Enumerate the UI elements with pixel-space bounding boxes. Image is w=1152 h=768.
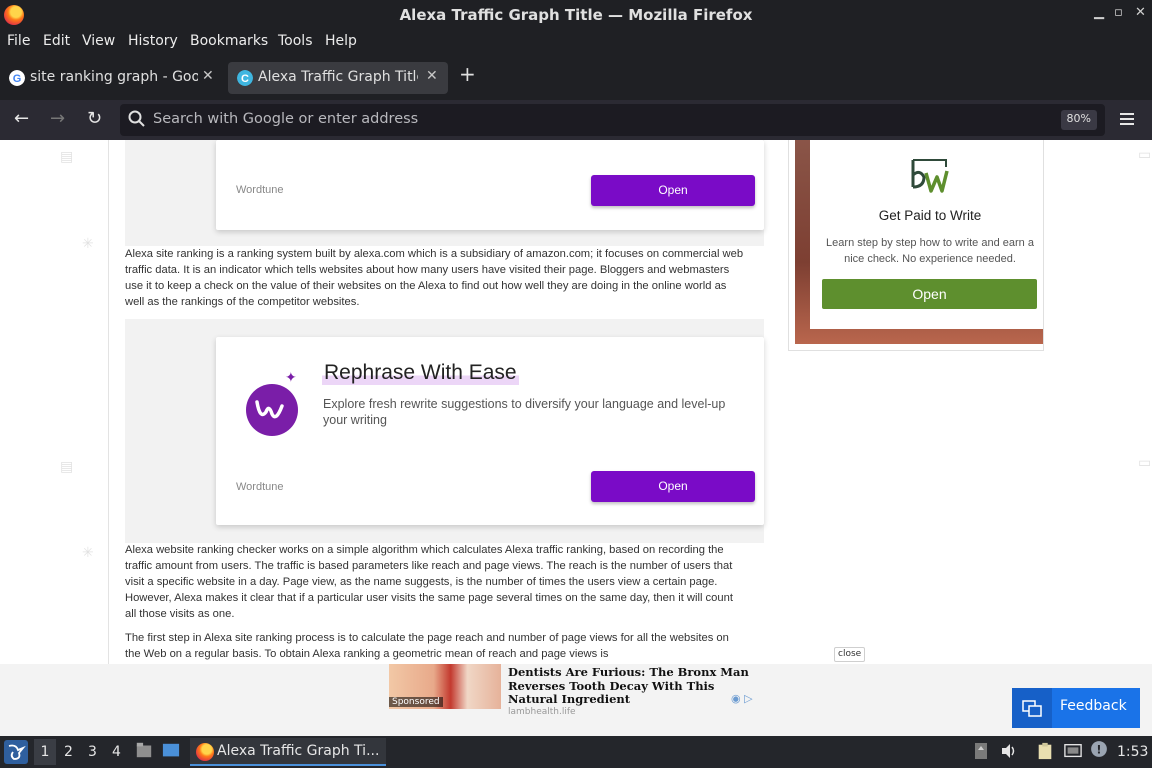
wordtune-logo-icon (246, 384, 298, 436)
side-ad-open-button[interactable]: Open (822, 279, 1037, 309)
workspace-3[interactable]: 3 (88, 744, 97, 760)
bottom-sticky-ad[interactable]: Sponsored Dentists Are Furious: The Bron… (0, 664, 1152, 736)
minimize-icon[interactable]: ▁ (1094, 5, 1104, 20)
ad-description: Explore fresh rewrite suggestions to div… (323, 397, 726, 427)
new-tab-plus-icon[interactable]: + (459, 62, 476, 86)
network-icon[interactable] (1064, 742, 1082, 760)
reload-icon[interactable]: ↻ (87, 108, 102, 129)
taskbar: 1 2 3 4 Alexa Traffic Graph Ti... ! 1:53 (0, 736, 1152, 768)
content-divider (108, 140, 109, 664)
back-arrow-icon[interactable]: ← (14, 108, 29, 129)
workspace-1[interactable]: 1 (34, 739, 56, 765)
tab-label: Alexa Traffic Graph Title (258, 69, 418, 85)
article-paragraph: The first step in Alexa site ranking pro… (125, 632, 729, 660)
sponsored-label: Sponsored (389, 697, 443, 707)
tray-storage-icon[interactable] (972, 742, 990, 760)
menu-edit[interactable]: Edit (43, 33, 70, 49)
page-content: ▤ ✳ ▤ ✳ Wordtune Open Alexa site ranking… (0, 140, 1152, 664)
article-paragraph: Alexa site ranking is a ranking system b… (125, 248, 744, 308)
svg-text:C: C (241, 73, 249, 85)
volume-icon[interactable] (1000, 742, 1018, 760)
ad-brand: Wordtune (236, 481, 284, 493)
document-icon: ▤ (60, 148, 74, 164)
hamburger-menu-icon[interactable] (1120, 112, 1134, 126)
url-input[interactable]: Search with Google or enter address (153, 111, 418, 127)
menu-view[interactable]: View (82, 33, 115, 49)
firefox-icon (196, 743, 214, 761)
start-menu-icon[interactable] (4, 740, 28, 764)
menu-bookmarks[interactable]: Bookmarks (190, 33, 268, 49)
ad-open-button[interactable]: Open (591, 471, 755, 502)
clock[interactable]: 1:53 (1117, 744, 1148, 760)
window-title: Alexa Traffic Graph Title — Mozilla Fire… (399, 6, 753, 24)
document-icon: ▤ (60, 458, 74, 474)
adchoices-icon[interactable]: ◉ ▷ (731, 692, 753, 705)
tab-alexa-traffic[interactable]: C Alexa Traffic Graph Title ✕ (228, 62, 448, 94)
clipboard-icon[interactable] (1036, 742, 1054, 760)
bw-logo-icon (911, 159, 949, 193)
tab-label: site ranking graph - Goog (30, 69, 198, 85)
side-toggle-icon[interactable]: ▭ (1138, 146, 1151, 163)
file-manager-icon[interactable] (135, 741, 153, 759)
forward-arrow-icon[interactable]: → (50, 108, 65, 129)
menu-bar: File Edit View History Bookmarks Tools H… (0, 30, 1152, 54)
notification-icon[interactable]: ! (1090, 740, 1108, 758)
taskbar-window-label: Alexa Traffic Graph Ti... (217, 743, 380, 759)
menu-file[interactable]: File (7, 33, 30, 49)
menu-help[interactable]: Help (325, 33, 357, 49)
ad-brand: Wordtune (236, 184, 284, 196)
feedback-button[interactable]: Feedback (1012, 688, 1140, 728)
side-ad-title: Get Paid to Write (878, 208, 982, 223)
article-paragraph: Alexa website ranking checker works on a… (125, 544, 733, 620)
site-favicon-icon: C (237, 70, 253, 86)
restore-icon[interactable]: ▫ (1114, 5, 1123, 20)
window-titlebar: Alexa Traffic Graph Title — Mozilla Fire… (0, 0, 1152, 30)
sparkle-icon: ✳ (82, 544, 94, 560)
google-icon: G (9, 70, 25, 86)
navigation-bar: ← → ↻ Search with Google or enter addres… (0, 100, 1152, 140)
svg-text:G: G (13, 73, 22, 85)
tab-site-ranking[interactable]: G site ranking graph - Goog ✕ (0, 62, 222, 94)
ad-card-top: Wordtune Open (216, 140, 764, 230)
svg-text:!: ! (1096, 744, 1101, 757)
sparkle-icon: ✳ (82, 235, 94, 251)
close-ad-button[interactable]: close (834, 647, 866, 662)
workspace-2[interactable]: 2 (64, 744, 73, 760)
tab-bar: G site ranking graph - Goog ✕ C Alexa Tr… (0, 54, 1152, 100)
search-icon (128, 110, 145, 127)
close-window-icon[interactable]: ✕ (1135, 5, 1146, 20)
bottom-ad-headline[interactable]: Dentists Are Furious: The Bronx Man Reve… (508, 665, 758, 707)
desktop-icon[interactable] (162, 742, 180, 760)
ad-headline[interactable]: Rephrase With Ease (322, 361, 519, 385)
tab-close-icon[interactable]: ✕ (202, 68, 214, 84)
taskbar-firefox-window[interactable]: Alexa Traffic Graph Ti... (190, 738, 386, 766)
sparkle-icon: ✦ (285, 369, 297, 385)
side-ad-description: Learn step by step how to write and earn… (826, 237, 1034, 265)
address-bar[interactable]: Search with Google or enter address 80% (120, 104, 1105, 136)
ad-open-button[interactable]: Open (591, 175, 755, 206)
menu-tools[interactable]: Tools (278, 33, 313, 49)
bottom-ad-source: lambhealth.life (508, 707, 576, 715)
feedback-label: Feedback (1060, 698, 1127, 714)
side-toggle-icon[interactable]: ▭ (1138, 454, 1151, 471)
feedback-icon (1012, 688, 1052, 728)
menu-history[interactable]: History (128, 33, 178, 49)
workspace-4[interactable]: 4 (112, 744, 121, 760)
zoom-indicator[interactable]: 80% (1060, 110, 1097, 130)
tab-close-icon[interactable]: ✕ (426, 68, 438, 84)
